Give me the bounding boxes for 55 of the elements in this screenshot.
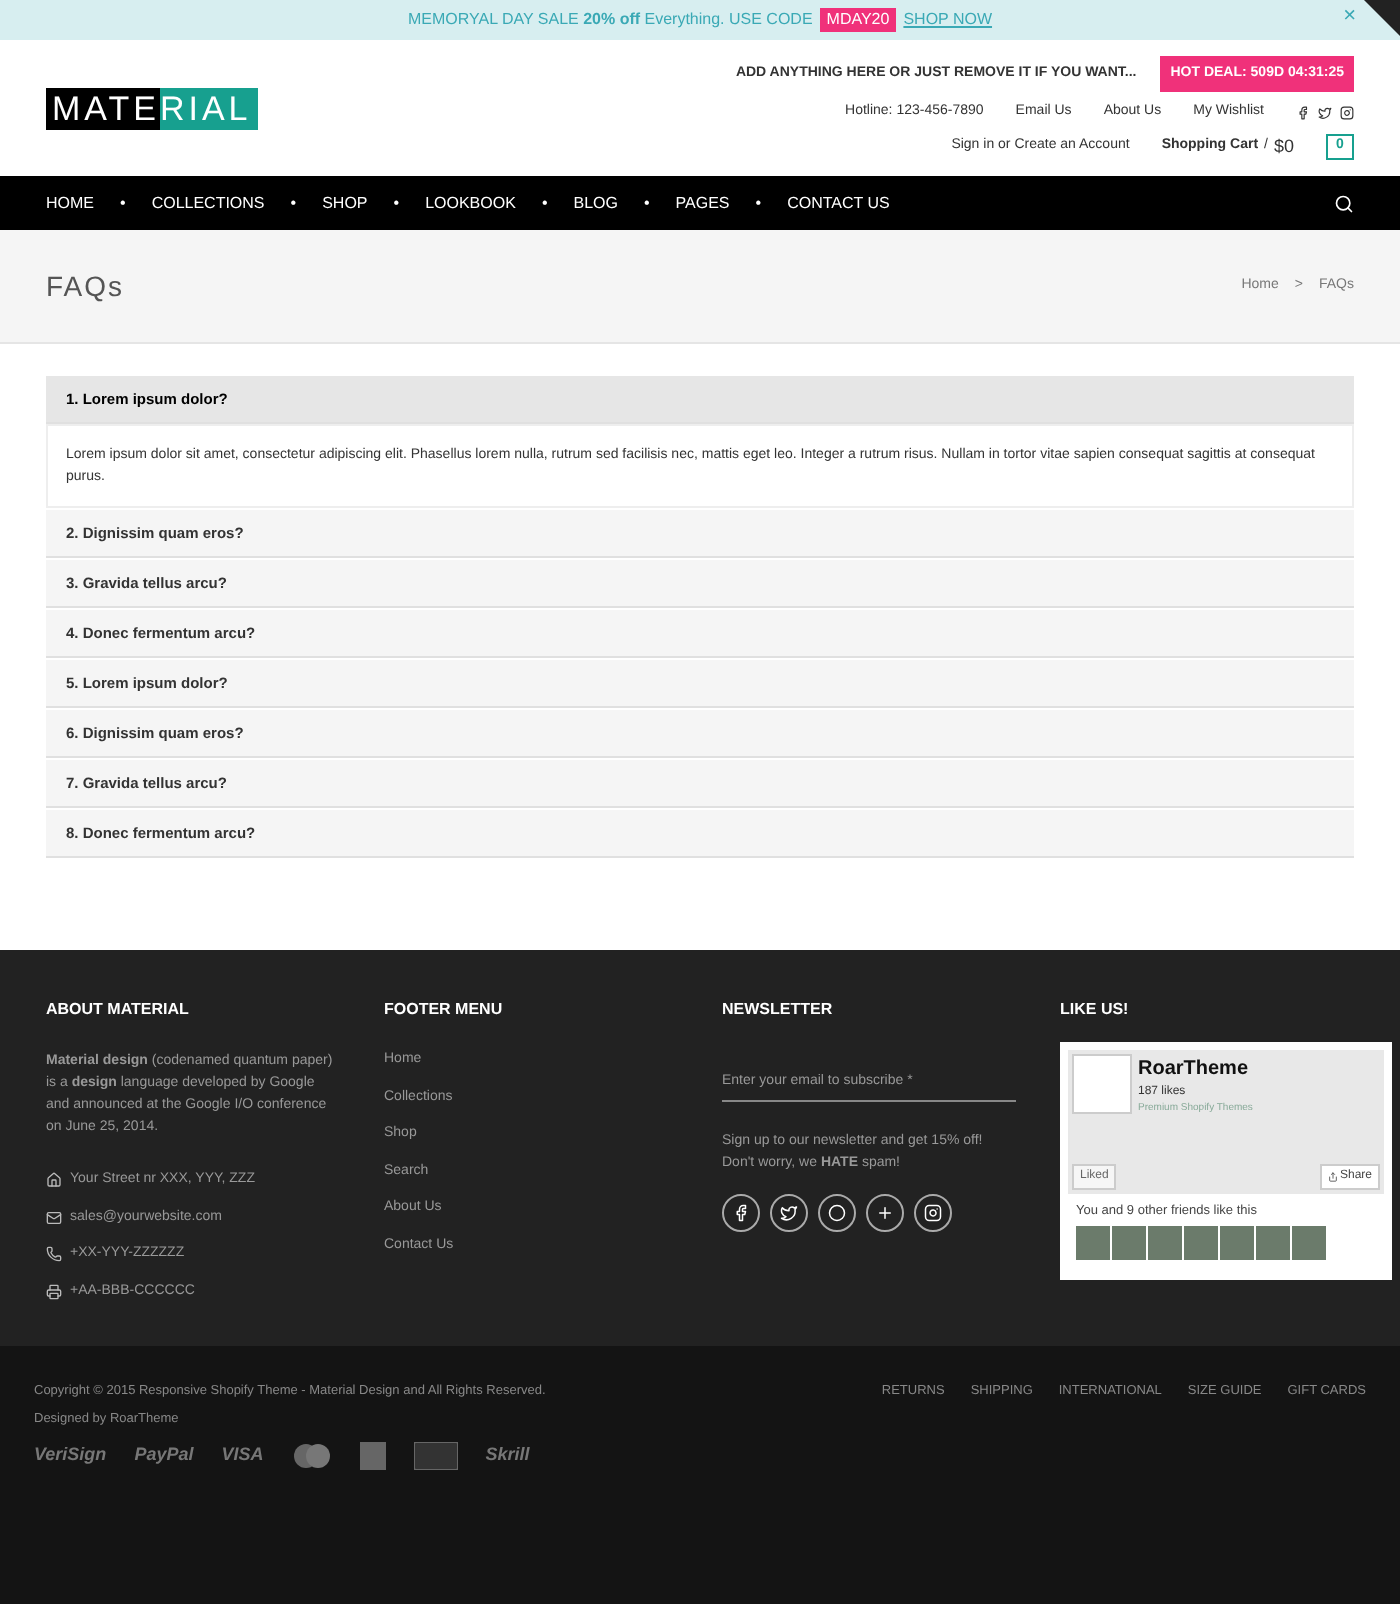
nav-item[interactable]: CONTACT US — [787, 191, 890, 215]
nav-separator: • — [120, 191, 126, 215]
logo: MATE RIAL — [46, 87, 258, 129]
nav-item[interactable]: LOOKBOOK — [425, 191, 516, 215]
promo-code: MDAY20 — [820, 8, 896, 32]
payment-logo: VISA — [221, 1441, 264, 1468]
footer-heading: FOOTER MENU — [384, 998, 505, 1022]
promo-text: MEMORYAL DAY SALE 20% off Everything. USE CODE — [407, 8, 813, 32]
page-avatar — [1072, 1054, 1132, 1114]
instagram-icon — [924, 1203, 942, 1221]
nav-separator: • — [755, 191, 762, 215]
home-icon — [46, 1172, 62, 1189]
instagram-icon[interactable] — [1340, 106, 1354, 120]
social-button[interactable] — [770, 1193, 808, 1231]
photo-placeholder — [1256, 1225, 1290, 1260]
nav-item[interactable]: COLLECTIONS — [151, 191, 265, 215]
payment-logo: VeriSign — [34, 1441, 107, 1468]
social-button[interactable] — [914, 1193, 952, 1231]
nav-separator: • — [643, 191, 650, 215]
photo-placeholder — [1220, 1225, 1254, 1260]
plus-icon — [876, 1203, 894, 1221]
circle-icon — [828, 1203, 846, 1221]
footer-heading: ABOUT MATERIAL — [46, 998, 191, 1022]
share-icon — [1327, 1172, 1338, 1182]
nav-separator: • — [393, 191, 400, 215]
facebook-icon — [732, 1203, 750, 1221]
payment-logo: Skrill — [485, 1441, 530, 1468]
footer-heading: LIKE US! — [1060, 998, 1131, 1022]
twitter-icon — [780, 1203, 798, 1221]
photo-placeholder — [1292, 1225, 1326, 1260]
photo-placeholder — [1148, 1225, 1182, 1260]
nav-item[interactable]: BLOG — [573, 191, 618, 215]
nav-item[interactable]: HOME — [46, 191, 94, 215]
photo-placeholder — [1076, 1225, 1110, 1260]
nav-separator: • — [290, 191, 297, 215]
page-title: FAQs — [46, 267, 125, 306]
corner-icon — [1364, 0, 1400, 36]
twitter-icon[interactable] — [1318, 106, 1332, 120]
footer-heading: NEWSLETTER — [722, 998, 835, 1022]
social-button[interactable] — [866, 1193, 904, 1231]
nav-item[interactable]: PAGES — [675, 191, 730, 215]
facebook-icon[interactable] — [1296, 106, 1310, 120]
mail-icon — [46, 1209, 62, 1226]
page-name: RoarTheme — [1138, 1056, 1251, 1084]
search-icon[interactable] — [1334, 193, 1354, 213]
social-button[interactable] — [818, 1193, 856, 1231]
payment-logo: PayPal — [134, 1441, 194, 1468]
social-button[interactable] — [722, 1193, 760, 1231]
cart-total: $0 — [1273, 133, 1294, 160]
phone-icon — [46, 1246, 62, 1263]
photo-placeholder — [1184, 1225, 1218, 1260]
nav-separator: • — [541, 191, 548, 215]
printer-icon — [46, 1283, 62, 1300]
photo-placeholder — [1112, 1225, 1146, 1260]
nav-item[interactable]: SHOP — [322, 191, 368, 215]
